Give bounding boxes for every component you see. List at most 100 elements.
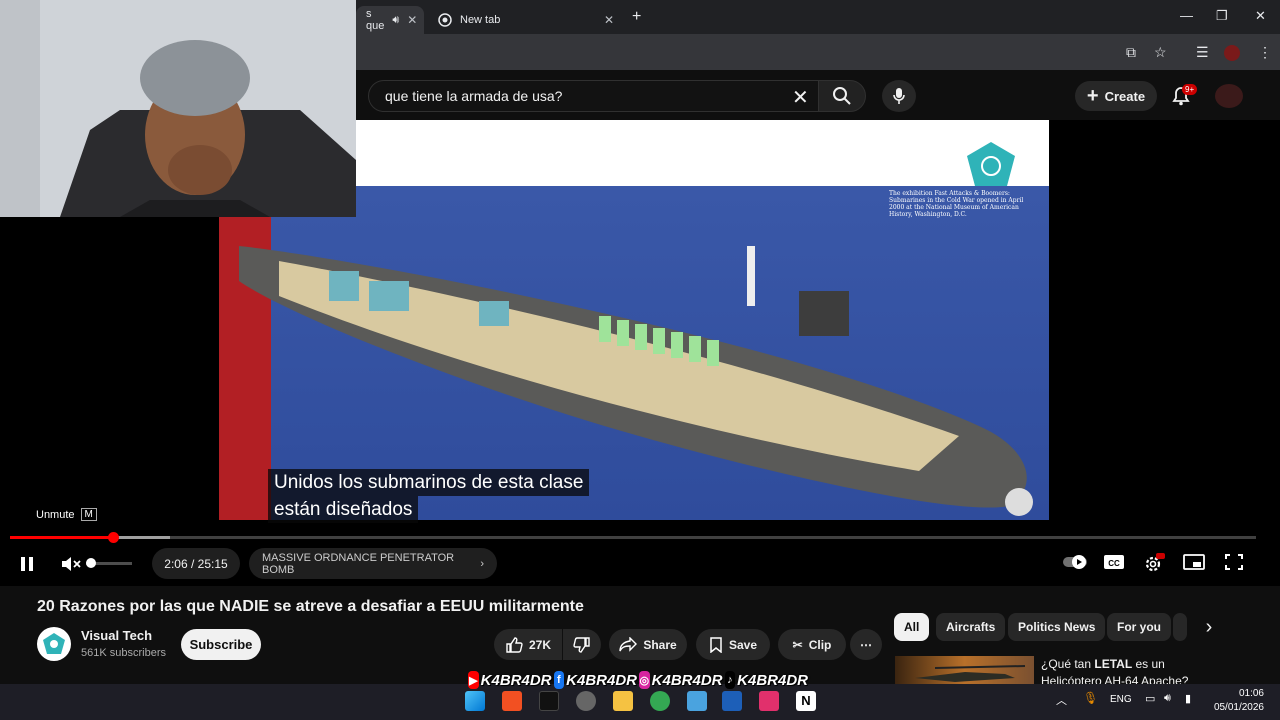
volume-tray-icon[interactable]: 🔊︎ xyxy=(1164,692,1171,705)
microphone-tray-icon[interactable]: 🎙︎ xyxy=(1083,691,1098,705)
app-icon[interactable] xyxy=(576,691,596,711)
fullscreen-icon xyxy=(1225,554,1243,570)
clear-search-icon[interactable]: ✕ xyxy=(792,85,809,110)
account-avatar[interactable] xyxy=(1215,84,1243,108)
windows-start-icon[interactable] xyxy=(465,691,485,711)
time-current-total: 2:06 / 25:15 xyxy=(164,556,228,571)
tooltip-shortcut-key: M xyxy=(80,508,97,521)
install-app-icon[interactable]: ⧉ xyxy=(1126,44,1136,61)
store-icon[interactable] xyxy=(502,691,522,711)
subtitles-button[interactable]: CC xyxy=(1103,553,1125,571)
pause-icon xyxy=(21,557,33,571)
rec-title-prefix: ¿Qué tan xyxy=(1041,657,1095,671)
network-icon[interactable]: ▭ xyxy=(1145,692,1155,705)
clip-label: Clip xyxy=(808,637,832,652)
taskbar-clock[interactable]: 01:06 05/01/2026 xyxy=(1206,687,1264,715)
scissors-icon: ✂ xyxy=(792,637,803,652)
clip-button[interactable]: ✂ Clip xyxy=(778,629,846,660)
notification-badge: 9+ xyxy=(1182,84,1198,95)
tab-label: s que xyxy=(366,8,385,32)
share-arrow-icon xyxy=(619,636,638,653)
chip-for-you[interactable]: For you xyxy=(1107,613,1171,641)
voice-search-button[interactable] xyxy=(882,80,916,112)
maximize-icon[interactable]: ❐ xyxy=(1216,8,1228,24)
battery-icon[interactable]: ▮ xyxy=(1185,692,1191,705)
notion-icon[interactable]: N xyxy=(796,691,816,711)
like-button[interactable]: 27K xyxy=(494,629,562,660)
close-tab-icon[interactable]: ✕ xyxy=(604,13,614,27)
chevron-right-icon: › xyxy=(480,557,484,570)
tiktok-logo-icon: ♪ xyxy=(724,671,736,689)
clock-time: 01:06 xyxy=(1238,688,1264,699)
fullscreen-button[interactable] xyxy=(1224,553,1244,571)
bookmark-star-icon[interactable]: ☆ xyxy=(1154,44,1167,61)
search-button[interactable] xyxy=(818,80,866,112)
tiktok-app-icon[interactable] xyxy=(539,691,559,711)
audio-app-icon[interactable] xyxy=(722,691,742,711)
muted-speaker-icon xyxy=(62,557,81,571)
share-label: Share xyxy=(643,637,677,652)
thumbs-down-icon xyxy=(573,636,591,654)
channel-avatar[interactable] xyxy=(37,627,71,661)
chrome-taskbar-icon[interactable] xyxy=(650,691,670,711)
miniplayer-icon xyxy=(1183,554,1205,570)
autoplay-toggle[interactable] xyxy=(1062,553,1088,571)
chip-aircrafts[interactable]: Aircrafts xyxy=(936,613,1006,641)
plus-icon: + xyxy=(1086,85,1099,107)
save-label: Save xyxy=(728,637,758,652)
handle-youtube: K4BR4DR xyxy=(480,671,552,689)
create-button[interactable]: + Create xyxy=(1075,81,1157,111)
chrome-menu-icon[interactable]: ⋮ xyxy=(1258,44,1272,61)
search-icon xyxy=(832,86,852,106)
volume-slider-handle[interactable] xyxy=(86,558,96,568)
create-label: Create xyxy=(1104,88,1146,104)
new-tab-plus-icon[interactable]: + xyxy=(632,8,641,26)
tab-search-icon[interactable]: ☰ xyxy=(1196,44,1209,61)
tab-youtube[interactable]: s que 🔊︎ ✕ xyxy=(356,6,424,34)
file-explorer-icon[interactable] xyxy=(613,691,633,711)
closed-captions-icon: CC xyxy=(1104,555,1124,569)
facebook-logo-icon: f xyxy=(553,671,565,689)
chapter-label: MASSIVE ORDNANCE PENETRATOR BOMB xyxy=(262,551,455,576)
chips-next-button[interactable]: › xyxy=(1196,616,1222,638)
channel-logo-watermark-icon xyxy=(965,140,1017,192)
input-language[interactable]: ENG xyxy=(1110,694,1132,705)
chip-partial[interactable] xyxy=(1173,613,1187,641)
progress-buffered xyxy=(115,536,170,539)
search-input[interactable]: que tiene la armada de usa? xyxy=(368,80,820,112)
recommended-video-thumbnail[interactable] xyxy=(895,656,1034,686)
caption-line-2: están diseñados xyxy=(268,496,419,523)
handle-instagram: K4BR4DR xyxy=(651,671,723,689)
handle-facebook: K4BR4DR xyxy=(566,671,637,689)
progress-bar[interactable] xyxy=(10,536,1256,539)
notepad-icon[interactable] xyxy=(687,691,707,711)
channel-name[interactable]: Visual Tech xyxy=(81,628,152,643)
autoplay-toggle-icon xyxy=(1063,555,1087,569)
clock-date: 05/01/2026 xyxy=(1213,702,1264,713)
chapter-button[interactable]: MASSIVE ORDNANCE PENETRATOR BOMB › xyxy=(249,548,497,579)
settings-button[interactable] xyxy=(1143,553,1165,573)
dislike-button[interactable] xyxy=(563,629,601,660)
time-display: 2:06 / 25:15 xyxy=(152,548,240,579)
profile-avatar-icon[interactable] xyxy=(1224,45,1240,61)
minimize-icon[interactable]: — xyxy=(1180,8,1193,23)
more-actions-button[interactable]: ⋯ xyxy=(850,629,882,660)
share-button[interactable]: Share xyxy=(609,629,687,660)
miniplayer-button[interactable] xyxy=(1183,553,1205,571)
like-count: 27K xyxy=(528,637,551,652)
youtube-logo-icon: ▶ xyxy=(468,671,479,689)
chip-all[interactable]: All xyxy=(894,613,930,641)
close-tab-icon[interactable]: ✕ xyxy=(407,13,417,27)
save-button[interactable]: Save xyxy=(696,629,770,660)
mute-toggle-button[interactable] xyxy=(60,555,82,573)
tiktok-live-icon[interactable] xyxy=(759,691,779,711)
chip-politics-news[interactable]: Politics News xyxy=(1008,613,1106,641)
tray-expand-icon[interactable]: ︿ xyxy=(1056,692,1067,708)
tooltip-label: Unmute xyxy=(36,508,75,521)
thumbs-up-icon xyxy=(505,636,523,654)
subscribe-button[interactable]: Subscribe xyxy=(181,629,261,660)
tab-new-tab[interactable]: New tab ✕ xyxy=(428,6,624,34)
close-window-icon[interactable]: ✕ xyxy=(1255,8,1266,24)
tab-audio-icon[interactable]: 🔊︎ xyxy=(392,14,399,27)
pause-button[interactable] xyxy=(18,555,36,573)
